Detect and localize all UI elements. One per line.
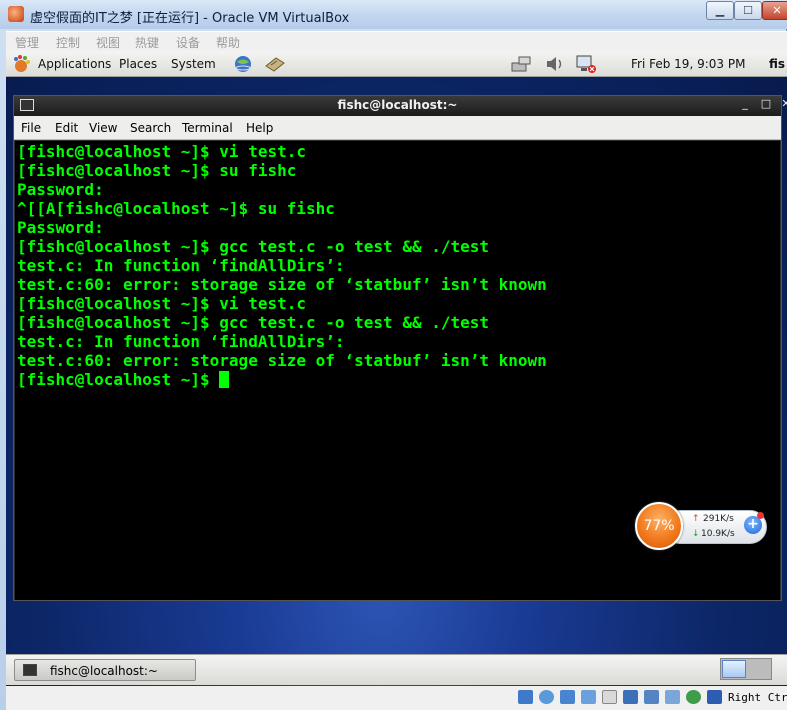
gnome-bottom-panel: fishc@localhost:~ xyxy=(6,654,787,685)
taskbar-terminal-button[interactable]: fishc@localhost:~ xyxy=(14,659,196,681)
optical-drive-icon[interactable] xyxy=(539,690,554,704)
terminal-line: test.c:60: error: storage size of ‘statb… xyxy=(17,275,547,294)
virtualbox-window: 虚空假面的IT之梦 [正在运行] - Oracle VM VirtualBox … xyxy=(0,0,787,710)
workspace-switcher[interactable] xyxy=(720,658,772,680)
gnome-foot-icon[interactable] xyxy=(11,54,31,74)
user-menu[interactable]: fis xyxy=(769,57,785,71)
volume-icon[interactable] xyxy=(544,54,566,74)
terminal-minimize-button[interactable]: _ xyxy=(738,97,752,113)
menu-manage[interactable]: 管理 xyxy=(15,34,39,51)
upload-speed: 291K/s xyxy=(703,514,734,524)
terminal-icon xyxy=(23,664,37,676)
shared-folders-icon[interactable] xyxy=(602,690,617,704)
network-adapter-icon[interactable] xyxy=(560,690,575,704)
download-arrow-icon: ↓ xyxy=(692,529,700,539)
menu-view[interactable]: 视图 xyxy=(96,34,120,51)
maximize-button[interactable]: ☐ xyxy=(734,1,762,20)
terminal-line: test.c: In function ‘findAllDirs’: xyxy=(17,256,345,275)
menu-help[interactable]: 帮助 xyxy=(216,34,240,51)
memory-usage-badge[interactable]: 77% xyxy=(635,502,683,550)
terminal-line: test.c: In function ‘findAllDirs’: xyxy=(17,332,345,351)
terminal-maximize-button[interactable]: □ xyxy=(759,97,773,113)
terminal-title: fishc@localhost:~ xyxy=(337,98,458,112)
display-icon[interactable] xyxy=(623,690,638,704)
terminal-menu-view[interactable]: View xyxy=(89,121,117,135)
host-key-label: Right Ctrl xyxy=(728,691,787,704)
keyboard-capture-icon[interactable] xyxy=(707,690,722,704)
terminal-menu-edit[interactable]: Edit xyxy=(55,121,78,135)
terminal-prompt-line: [fishc@localhost ~]$ xyxy=(17,370,547,389)
vt-x-icon[interactable] xyxy=(665,690,680,704)
system-menu[interactable]: System xyxy=(171,57,216,71)
download-speed: 10.9K/s xyxy=(701,529,735,539)
terminal-lines: [fishc@localhost ~]$ vi test.c [fishc@lo… xyxy=(17,142,547,389)
taskbar-label: fishc@localhost:~ xyxy=(50,664,158,678)
mail-client-icon[interactable] xyxy=(264,54,286,74)
mouse-integration-icon[interactable] xyxy=(686,690,701,704)
terminal-cursor xyxy=(218,371,229,388)
upload-arrow-icon: ↑ xyxy=(692,514,700,524)
terminal-menu-help[interactable]: Help xyxy=(246,121,273,135)
terminal-menu-file[interactable]: File xyxy=(21,121,41,135)
hard-disk-icon[interactable] xyxy=(518,690,533,704)
terminal-prompt: [fishc@localhost ~]$ xyxy=(17,370,210,389)
terminal-line: test.c:60: error: storage size of ‘statb… xyxy=(17,351,547,370)
terminal-menu-search[interactable]: Search xyxy=(130,121,171,135)
terminal-menubar: File Edit View Search Terminal Help xyxy=(14,116,781,140)
terminal-close-button[interactable]: ✕ xyxy=(779,97,787,113)
recording-icon[interactable] xyxy=(644,690,659,704)
terminal-menu-terminal[interactable]: Terminal xyxy=(182,121,233,135)
terminal-line: [fishc@localhost ~]$ vi test.c xyxy=(17,142,306,161)
applications-menu[interactable]: Applications xyxy=(38,57,111,71)
terminal-line: [fishc@localhost ~]$ vi test.c xyxy=(17,294,306,313)
notification-dot xyxy=(757,512,764,519)
guest-screen: Applications Places System Fri Feb 19, 9… xyxy=(6,51,787,686)
close-button[interactable]: ✕ xyxy=(762,1,787,20)
places-menu[interactable]: Places xyxy=(119,57,157,71)
terminal-line: [fishc@localhost ~]$ gcc test.c -o test … xyxy=(17,313,490,332)
virtualbox-app-icon xyxy=(8,6,24,22)
terminal-line: ^[[A[fishc@localhost ~]$ su fishc xyxy=(17,199,335,218)
menu-devices[interactable]: 设备 xyxy=(176,34,200,51)
clock[interactable]: Fri Feb 19, 9:03 PM xyxy=(631,57,745,71)
network-status-icon[interactable] xyxy=(510,54,532,74)
usb-icon[interactable] xyxy=(581,690,596,704)
terminal-line: Password: xyxy=(17,180,104,199)
terminal-line: [fishc@localhost ~]$ su fishc xyxy=(17,161,297,180)
network-disconnected-icon[interactable] xyxy=(575,54,597,74)
virtualbox-menubar: 管理 控制 视图 热键 设备 帮助 xyxy=(6,31,787,51)
network-speed-widget[interactable]: 77% ↑ 291K/s ↓ 10.9K/s + xyxy=(635,502,768,550)
virtualbox-statusbar: Right Ctrl xyxy=(6,686,787,710)
virtualbox-titlebar[interactable]: 虚空假面的IT之梦 [正在运行] - Oracle VM VirtualBox … xyxy=(0,0,787,29)
web-browser-icon[interactable] xyxy=(232,54,254,74)
menu-hotkey[interactable]: 热键 xyxy=(135,34,159,51)
menu-control[interactable]: 控制 xyxy=(56,34,80,51)
terminal-titlebar[interactable]: fishc@localhost:~ _ □ ✕ xyxy=(14,96,787,116)
minimize-button[interactable]: ▁ xyxy=(706,1,734,20)
gnome-top-panel: Applications Places System Fri Feb 19, 9… xyxy=(6,51,787,77)
terminal-line: [fishc@localhost ~]$ gcc test.c -o test … xyxy=(17,237,490,256)
terminal-line: Password: xyxy=(17,218,104,237)
window-title: 虚空假面的IT之梦 [正在运行] - Oracle VM VirtualBox xyxy=(30,11,350,26)
workspace-1[interactable] xyxy=(722,660,746,678)
